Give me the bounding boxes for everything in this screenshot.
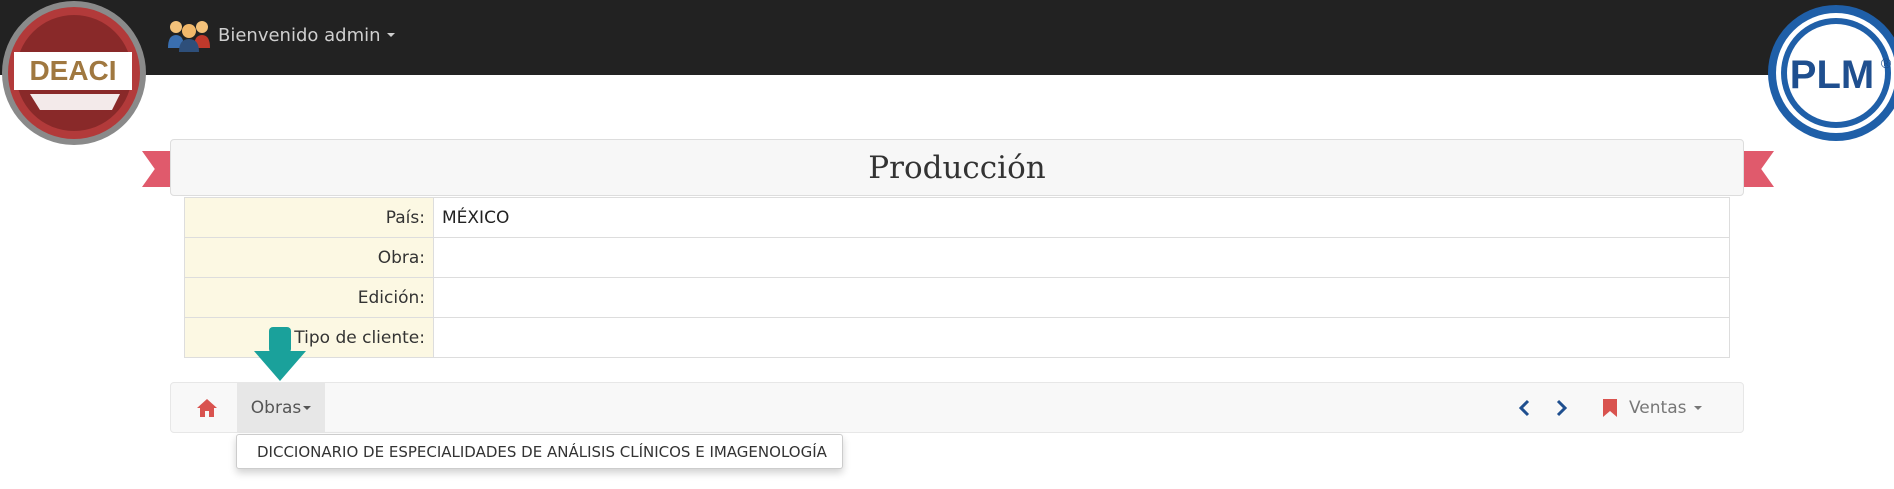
row-label: Tipo de cliente: xyxy=(184,317,434,358)
ribbon-right xyxy=(1742,151,1774,187)
row-label: Obra: xyxy=(184,237,434,278)
row-value xyxy=(433,237,1730,278)
obras-dropdown: DICCIONARIO DE ESPECIALIDADES DE ANÁLISI… xyxy=(236,434,843,469)
ventas-label: Ventas xyxy=(1629,397,1687,418)
row-value: MÉXICO xyxy=(433,197,1730,238)
user-menu-label: Bienvenido admin xyxy=(218,24,381,46)
users-icon xyxy=(168,21,210,52)
plm-logo: PLM ® xyxy=(1768,5,1894,141)
row-value xyxy=(433,277,1730,318)
row-label: País: xyxy=(184,197,434,238)
chevron-left-icon[interactable] xyxy=(1517,399,1533,417)
table-row: Tipo de cliente: xyxy=(184,317,1730,358)
title-panel: Producción xyxy=(170,139,1744,196)
table-row: Obra: xyxy=(184,237,1730,278)
dropdown-item[interactable]: DICCIONARIO DE ESPECIALIDADES DE ANÁLISI… xyxy=(237,435,842,469)
row-value xyxy=(433,317,1730,358)
table-row: País: MÉXICO xyxy=(184,197,1730,238)
ventas-menu-button[interactable]: Ventas xyxy=(1603,383,1703,432)
obras-menu-button[interactable]: Obras xyxy=(237,383,325,432)
info-table: País: MÉXICO Obra: Edición: Tipo de clie… xyxy=(184,197,1730,358)
page-title: Producción xyxy=(868,149,1046,186)
svg-text:PLM: PLM xyxy=(1790,53,1874,97)
deaci-logo: DEACI xyxy=(2,1,146,145)
user-menu[interactable]: Bienvenido admin xyxy=(166,18,395,52)
arrow-down-icon xyxy=(254,327,306,381)
table-row: Edición: xyxy=(184,277,1730,318)
row-label: Edición: xyxy=(184,277,434,318)
svg-text:DEACI: DEACI xyxy=(29,55,116,86)
obras-label: Obras xyxy=(250,397,302,418)
bookmark-icon xyxy=(1603,398,1617,417)
top-navbar: Bienvenido admin xyxy=(0,0,1894,75)
caret-down-icon xyxy=(386,33,395,37)
svg-text:®: ® xyxy=(1881,55,1892,71)
home-icon[interactable] xyxy=(196,397,218,419)
secondary-navbar: Obras Ventas xyxy=(170,382,1744,433)
caret-down-icon xyxy=(1694,405,1703,410)
caret-down-icon xyxy=(303,405,312,410)
chevron-right-icon[interactable] xyxy=(1553,399,1569,417)
